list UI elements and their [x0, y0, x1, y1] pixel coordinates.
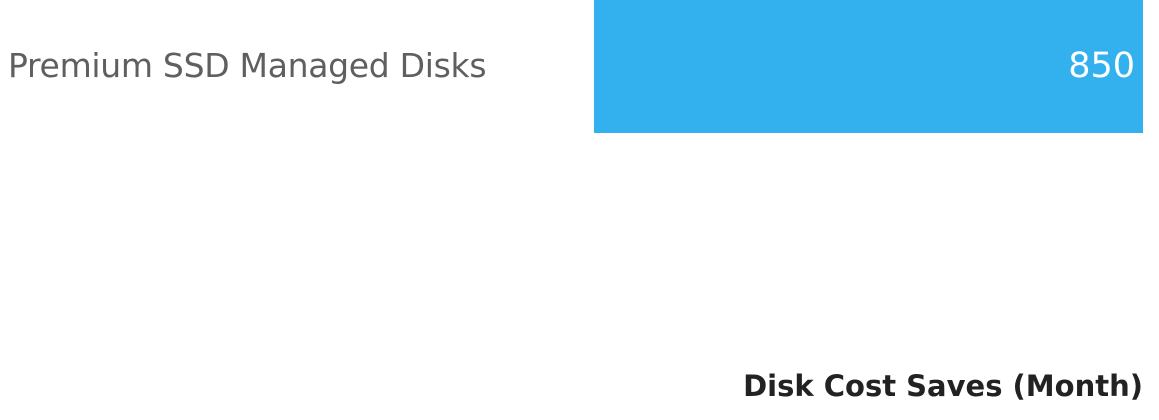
metric-value-bar: 850 — [594, 0, 1143, 133]
metric-label: Premium SSD Managed Disks — [8, 46, 487, 85]
section-title: Disk Cost Saves (Month) — [743, 369, 1143, 403]
metric-value: 850 — [1068, 46, 1135, 86]
